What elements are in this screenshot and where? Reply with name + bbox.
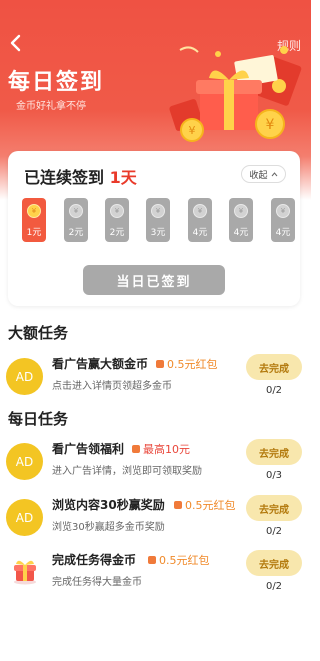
day-amount: 2元	[68, 228, 84, 238]
go-complete-button[interactable]: 去完成	[246, 550, 302, 576]
day-3: ¥ 2元	[105, 198, 129, 242]
red-packet-icon	[132, 445, 140, 453]
day-7: ¥ 4元	[271, 198, 295, 242]
task-name: 看广告领福利	[52, 442, 125, 456]
signed-today-button[interactable]: 当日已签到	[83, 265, 225, 295]
coin-icon: ¥	[276, 204, 290, 218]
task-desc: 点击进入详情页领超多金币	[52, 381, 172, 392]
daily-tasks-title: 每日任务	[8, 410, 69, 428]
task-item: 完成任务得金币 0.5元红包 完成任务得大量金币 去完成 0/2	[6, 548, 306, 598]
streak-count: 1天	[109, 168, 137, 187]
coin-icon: ¥	[27, 204, 41, 218]
day-4: ¥ 3元	[146, 198, 170, 242]
collapse-button[interactable]: 收起	[241, 165, 286, 183]
task-desc: 完成任务得大量金币	[52, 577, 142, 588]
day-2: ¥ 2元	[64, 198, 88, 242]
ad-icon: AD	[6, 499, 43, 536]
day-amount: 4元	[233, 228, 249, 238]
task-name: 看广告赢大额金币	[52, 357, 149, 371]
page-subtitle: 金币好礼拿不停	[16, 101, 86, 112]
task-reward-text: 最高10元	[143, 443, 190, 456]
go-complete-button[interactable]: 去完成	[246, 439, 302, 465]
streak-text: 已连续签到 1天	[24, 164, 137, 188]
task-item: AD 浏览内容30秒赢奖励 0.5元红包 浏览30秒赢超多金币奖励 去完成 0/…	[6, 493, 306, 543]
chevron-up-icon	[271, 171, 277, 176]
task-reward: 0.5元红包	[156, 356, 218, 372]
red-packet-icon	[174, 501, 182, 509]
task-desc: 进入广告详情，浏览即可领取奖励	[52, 466, 202, 477]
daily-checkin-page: 规则 每日签到 金币好礼拿不停 ¥ ¥ 已连续签到 1天 收起 ¥ 1元 ¥ 2…	[0, 0, 311, 661]
task-name: 浏览内容30秒赢奖励	[52, 498, 165, 512]
streak-prefix: 已连续签到	[24, 168, 105, 187]
page-title: 每日签到	[8, 70, 105, 95]
day-1: ¥ 1元	[22, 198, 46, 242]
ad-icon: AD	[6, 443, 43, 480]
task-reward: 0.5元红包	[148, 552, 210, 568]
task-item: AD 看广告领福利 最高10元 进入广告详情，浏览即可领取奖励 去完成 0/3	[6, 437, 306, 487]
task-reward-text: 0.5元红包	[159, 554, 210, 567]
task-item: AD 看广告赢大额金币 0.5元红包 点击进入详情页领超多金币 去完成 0/2	[6, 352, 306, 402]
svg-text:¥: ¥	[189, 124, 196, 137]
task-progress: 0/3	[265, 470, 283, 481]
coin-icon: ¥	[69, 204, 83, 218]
task-progress: 0/2	[265, 385, 283, 396]
task-reward-text: 0.5元红包	[185, 499, 236, 512]
task-progress: 0/2	[265, 526, 283, 537]
day-amount: 1元	[26, 228, 42, 238]
ad-icon: AD	[6, 358, 43, 395]
red-packet-icon	[148, 556, 156, 564]
task-desc: 浏览30秒赢超多金币奖励	[52, 522, 165, 533]
coin-icon: ¥	[110, 204, 124, 218]
go-complete-button[interactable]: 去完成	[246, 354, 302, 380]
red-packet-icon	[156, 360, 164, 368]
task-reward: 最高10元	[132, 441, 190, 457]
day-amount: 4元	[275, 228, 291, 238]
collapse-label: 收起	[249, 170, 268, 181]
coin-icon: ¥	[234, 204, 248, 218]
coin-icon: ¥	[151, 204, 165, 218]
task-reward-text: 0.5元红包	[167, 358, 218, 371]
task-progress: 0/2	[265, 581, 283, 592]
day-amount: 2元	[109, 228, 125, 238]
big-tasks-title: 大额任务	[8, 324, 69, 342]
gift-coins-illustration-icon: ¥ ¥	[169, 46, 302, 142]
day-5: ¥ 4元	[188, 198, 212, 242]
day-amount: 4元	[192, 228, 208, 238]
task-reward: 0.5元红包	[174, 497, 236, 513]
day-amount: 3元	[150, 228, 166, 238]
coin-icon: ¥	[193, 204, 207, 218]
task-name: 完成任务得金币	[52, 553, 137, 567]
back-arrow-icon[interactable]	[8, 34, 24, 52]
svg-text:¥: ¥	[266, 117, 275, 133]
day-6: ¥ 4元	[229, 198, 253, 242]
checkin-card: 已连续签到 1天 收起 ¥ 1元 ¥ 2元 ¥ 2元 ¥ 3元 ¥ 4元 ¥ 4…	[8, 151, 300, 306]
gift-icon	[14, 560, 36, 585]
go-complete-button[interactable]: 去完成	[246, 495, 302, 521]
checkin-days: ¥ 1元 ¥ 2元 ¥ 2元 ¥ 3元 ¥ 4元 ¥ 4元 ¥ 4元	[22, 198, 297, 242]
